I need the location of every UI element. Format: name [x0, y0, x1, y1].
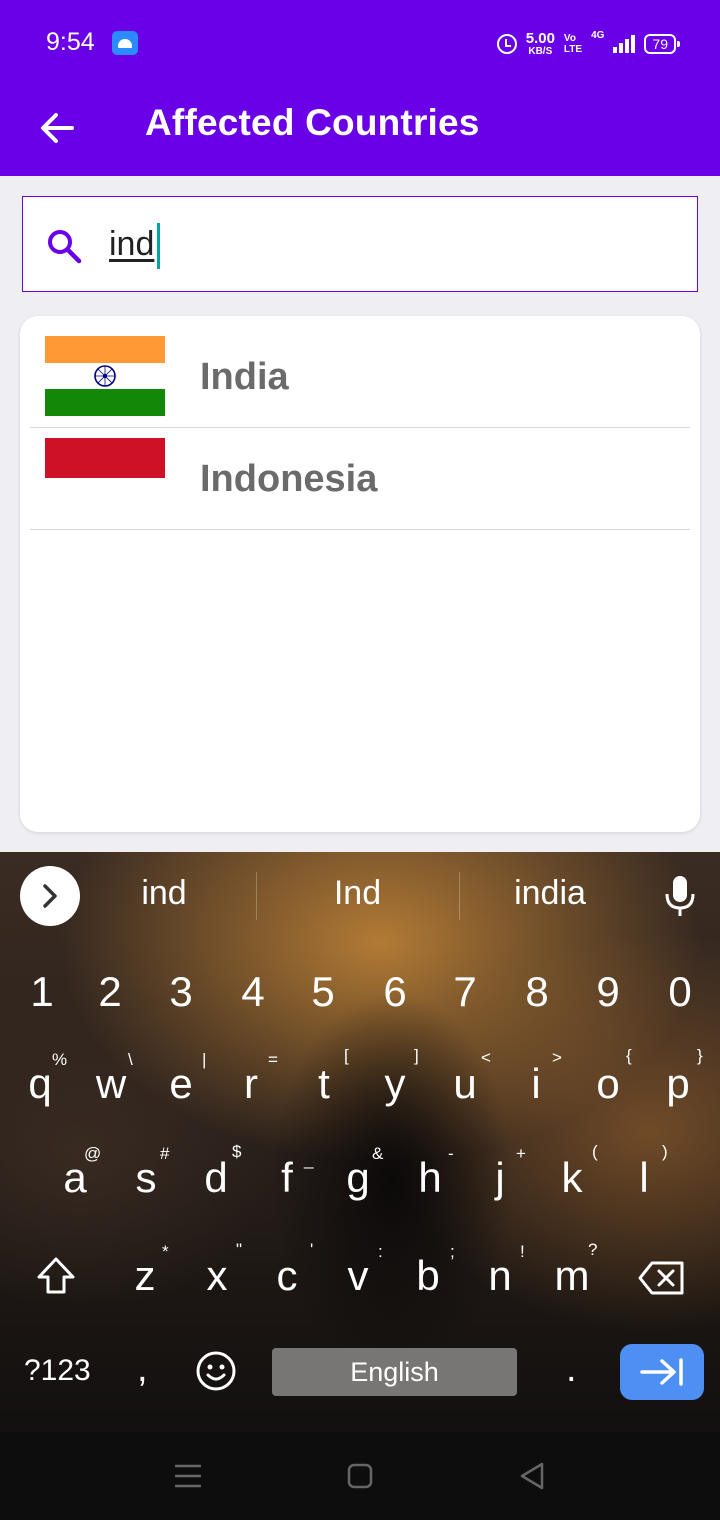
key-hint: <: [481, 1048, 491, 1067]
recents-menu-icon[interactable]: [172, 1460, 204, 1492]
page-title: Affected Countries: [145, 102, 480, 143]
country-list: India Indonesia: [20, 316, 700, 832]
soft-keyboard: ind Ind india 1 2 3 4 5 6 7 8 9 0 q w e …: [0, 852, 720, 1432]
network-speed: 5.00 KB/S: [525, 29, 555, 57]
volte-bottom: LTE: [563, 44, 583, 55]
key-hint: ]: [414, 1046, 419, 1065]
alarm-icon: [496, 34, 517, 54]
speed-value: 5.00: [525, 29, 555, 47]
android-notification-icon: [112, 31, 138, 55]
key-y[interactable]: y: [365, 1060, 425, 1108]
key-0[interactable]: 0: [650, 968, 710, 1016]
suggestion-divider: [459, 872, 460, 920]
list-item-indonesia[interactable]: Indonesia: [30, 428, 690, 530]
suggestion-1[interactable]: ind: [84, 874, 244, 913]
suggestion-strip: ind Ind india: [0, 852, 720, 940]
key-hint: :: [378, 1242, 383, 1261]
comma-key[interactable]: ,: [137, 1348, 148, 1391]
key-hint: _: [304, 1150, 314, 1169]
search-icon: [48, 230, 82, 264]
key-3[interactable]: 3: [151, 968, 211, 1016]
navigation-bar: [0, 1432, 720, 1520]
key-hint: ?: [588, 1240, 598, 1259]
key-6[interactable]: 6: [365, 968, 425, 1016]
key-2[interactable]: 2: [80, 968, 140, 1016]
period-key[interactable]: .: [566, 1348, 577, 1391]
signal-icon: [613, 35, 636, 53]
key-hint: =: [268, 1050, 278, 1069]
key-hint: !: [520, 1242, 525, 1261]
key-hint: *: [162, 1242, 169, 1261]
key-c[interactable]: c: [257, 1252, 317, 1300]
key-9[interactable]: 9: [578, 968, 638, 1016]
key-hint: [: [344, 1046, 349, 1065]
key-o[interactable]: o: [578, 1060, 638, 1108]
app-bar: Affected Countries: [0, 88, 720, 176]
suggestion-3[interactable]: india: [465, 874, 635, 913]
key-p[interactable]: p: [648, 1060, 708, 1108]
country-name: India: [200, 356, 289, 398]
key-4[interactable]: 4: [223, 968, 283, 1016]
key-1[interactable]: 1: [12, 968, 72, 1016]
key-8[interactable]: 8: [507, 968, 567, 1016]
battery-icon: 79: [644, 34, 680, 54]
space-key[interactable]: English: [272, 1348, 517, 1396]
key-hint: ): [662, 1142, 668, 1161]
key-7[interactable]: 7: [435, 968, 495, 1016]
key-hint: -: [448, 1144, 454, 1163]
chevron-right-icon: [43, 884, 57, 908]
key-hint: @: [84, 1144, 102, 1163]
home-icon[interactable]: [344, 1460, 376, 1492]
emoji-icon[interactable]: [195, 1350, 237, 1392]
key-hint: +: [516, 1144, 526, 1163]
arrow-back-icon[interactable]: [36, 106, 80, 150]
key-5[interactable]: 5: [293, 968, 353, 1016]
status-indicators: 5.00 KB/S Vo LTE 4G 79: [496, 28, 680, 60]
shift-icon[interactable]: [34, 1254, 78, 1298]
text-cursor: [157, 223, 160, 269]
key-hint: &: [372, 1144, 384, 1163]
network-type: 4G: [591, 30, 605, 41]
search-input[interactable]: ind: [22, 196, 698, 292]
key-hint: $: [232, 1142, 242, 1161]
volte-icon: Vo LTE: [564, 33, 582, 55]
key-hint: ": [236, 1240, 243, 1259]
key-hint: %: [52, 1050, 68, 1069]
backspace-icon[interactable]: [638, 1260, 686, 1296]
indonesia-flag-icon: [45, 438, 165, 518]
volte-top: Vo: [563, 33, 576, 44]
key-hint: |: [202, 1050, 207, 1069]
symbols-key[interactable]: ?123: [24, 1354, 91, 1388]
suggestion-2[interactable]: Ind: [270, 874, 445, 913]
key-hint: #: [160, 1144, 170, 1163]
key-hint: (: [592, 1142, 598, 1161]
back-triangle-icon[interactable]: [516, 1460, 548, 1492]
status-bar: 9:54 5.00 KB/S Vo LTE 4G 79: [0, 0, 720, 88]
key-hint: \: [128, 1050, 133, 1069]
next-field-icon: [640, 1358, 683, 1386]
list-item-india[interactable]: India: [30, 326, 690, 428]
country-name: Indonesia: [200, 458, 378, 500]
search-query[interactable]: ind: [109, 225, 154, 264]
enter-key[interactable]: [620, 1344, 704, 1400]
key-t[interactable]: t: [294, 1060, 354, 1108]
key-hint: >: [552, 1048, 562, 1067]
microphone-icon[interactable]: [662, 874, 698, 918]
status-time: 9:54: [46, 28, 95, 56]
key-hint: ;: [450, 1242, 455, 1261]
india-flag-icon: [45, 336, 165, 416]
key-hint: {: [626, 1046, 632, 1065]
keyboard-toolbar-toggle[interactable]: [20, 866, 80, 926]
suggestion-divider: [256, 872, 257, 920]
key-hint: ': [310, 1240, 314, 1259]
key-b[interactable]: b: [398, 1252, 458, 1300]
speed-unit: KB/S: [528, 45, 553, 57]
key-hint: }: [697, 1046, 703, 1065]
